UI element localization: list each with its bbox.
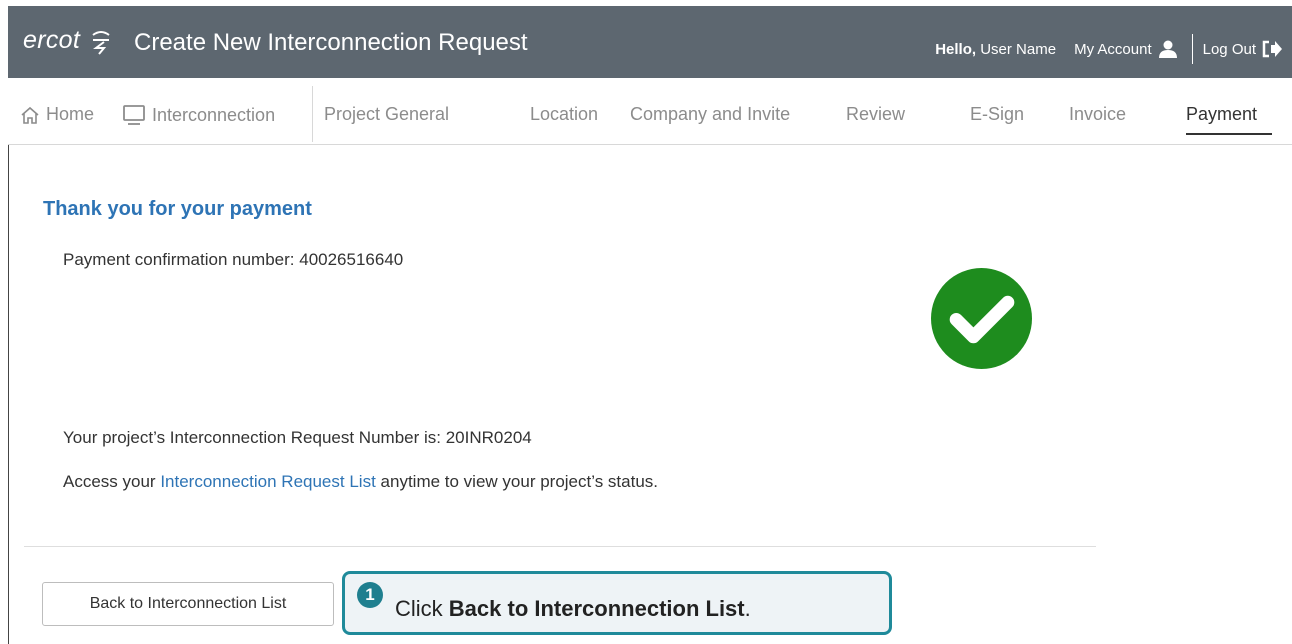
instruction-callout: 1 Click Back to Interconnection List. [342,571,892,635]
user-area: Hello, User Name My Account Log Out [935,34,1282,64]
home-icon [21,106,39,124]
nav-interconnection[interactable]: Interconnection [122,104,275,126]
greeting: Hello, User Name [935,41,1056,58]
page-title: Create New Interconnection Request [134,29,528,56]
tab-invoice[interactable]: Invoice [1069,104,1126,125]
log-out-link[interactable]: Log Out [1203,40,1282,58]
my-account-label: My Account [1074,40,1152,58]
content-divider [24,546,1096,547]
confirmation-line: Payment confirmation number: 40026516640 [63,250,403,270]
tab-payment[interactable]: Payment [1186,104,1257,125]
interconnection-request-list-link[interactable]: Interconnection Request List [160,472,375,491]
header-divider [1191,34,1193,64]
tab-company-and-invite[interactable]: Company and Invite [630,104,790,125]
logout-icon [1262,40,1282,58]
request-label: Your project’s Interconnection Request N… [63,428,441,447]
tab-review[interactable]: Review [846,104,905,125]
tab-location[interactable]: Location [530,104,598,125]
confirmation-number: 40026516640 [299,250,404,269]
ercot-logo-mark-icon [92,31,110,55]
ercot-logo[interactable]: ercot [23,26,80,55]
my-account-link[interactable]: My Account [1074,40,1178,58]
user-icon [1158,40,1177,58]
step-number-badge: 1 [357,582,383,608]
nav-home[interactable]: Home [20,104,94,125]
tab-project-general[interactable]: Project General [324,104,449,125]
log-out-label: Log Out [1202,40,1256,58]
success-heading: Thank you for your payment [43,198,312,220]
nav-home-label: Home [46,104,95,124]
callout-text: Click Back to Interconnection List. [395,596,751,622]
callout-suffix: . [744,596,751,621]
user-name: User Name [980,40,1057,58]
nav-divider [312,86,313,142]
access-suffix: anytime to view your project’s status. [380,472,659,491]
access-line: Access your Interconnection Request List… [63,472,658,492]
monitor-icon [123,105,145,125]
access-prefix: Access your [63,472,156,491]
step-navigation: Home Interconnection Project General Loc… [8,78,1292,145]
request-number: 20INR0204 [445,428,532,447]
confirmation-label: Payment confirmation number: [63,250,295,269]
tab-e-sign[interactable]: E-Sign [970,104,1024,125]
header-bar: ercot Create New Interconnection Request… [8,6,1292,78]
check-circle-icon [931,268,1032,369]
callout-prefix: Click [395,596,443,621]
active-tab-indicator [1186,133,1272,135]
back-to-interconnection-list-button[interactable]: Back to Interconnection List [42,582,334,626]
greeting-label: Hello, [935,40,977,58]
request-number-line: Your project’s Interconnection Request N… [63,428,532,448]
callout-bold: Back to Interconnection List [448,596,745,621]
nav-interconnection-label: Interconnection [152,104,276,125]
